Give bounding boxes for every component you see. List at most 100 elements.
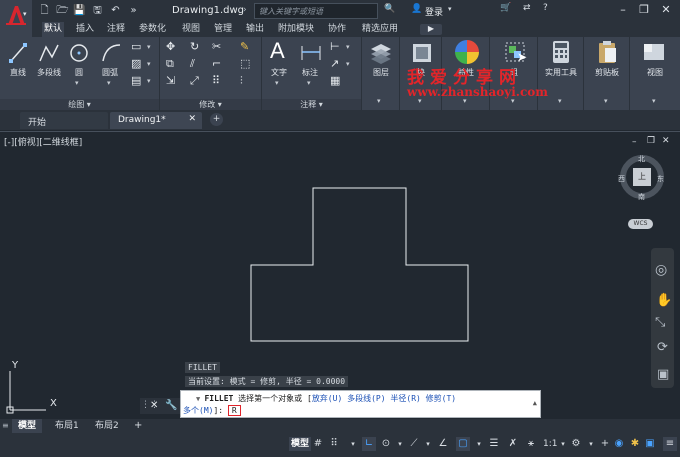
chevron-down-icon[interactable]: ▾: [147, 43, 151, 51]
new-file-icon[interactable]: 🗋: [38, 4, 51, 17]
lineweight-icon[interactable]: ☰: [487, 437, 501, 451]
search-input[interactable]: 键入关键字或短语: [254, 3, 378, 19]
annotation-scale-icon[interactable]: ✗: [506, 437, 520, 451]
chevron-down-icon[interactable]: ▾: [346, 437, 360, 451]
leader-icon[interactable]: ↗: [330, 57, 339, 70]
chevron-down-icon[interactable]: ▾: [107, 79, 111, 87]
cart-icon[interactable]: 🛒: [500, 3, 511, 13]
zoom-extents-icon[interactable]: ⤡: [655, 315, 665, 330]
polyline-button-label[interactable]: 多段线: [32, 67, 66, 78]
command-history-arrow-icon[interactable]: ▲: [533, 399, 537, 407]
chevron-down-icon[interactable]: ▾: [75, 79, 79, 87]
layers-panel[interactable]: 图层 ▾: [362, 37, 400, 110]
line-icon[interactable]: [8, 41, 28, 65]
viewcube-south[interactable]: 南: [638, 192, 645, 202]
viewcube-east[interactable]: 东: [657, 174, 664, 184]
application-menu-button[interactable]: ▾: [0, 0, 32, 38]
tab-collaborate[interactable]: 协作: [326, 22, 348, 37]
array-icon[interactable]: ⠿: [212, 74, 220, 87]
video-icon[interactable]: ▶: [420, 24, 442, 35]
command-line-input[interactable]: ▼ FILLET 选择第一个对象或 [放弃(U) 多段线(P) 半径(R) 修剪…: [180, 390, 541, 418]
chevron-down-icon[interactable]: ▾: [346, 60, 350, 68]
clipboard-panel[interactable]: 剪贴板 ▾: [584, 37, 630, 110]
minimize-button[interactable]: –: [616, 3, 630, 17]
chevron-down-icon[interactable]: ▾: [346, 43, 350, 51]
file-tab-drawing1[interactable]: Drawing1* ✕: [110, 112, 202, 129]
stretch-icon[interactable]: ⇲: [166, 74, 175, 87]
erase-icon[interactable]: ✎: [240, 40, 249, 53]
draw-panel-label[interactable]: 绘图 ▾: [0, 99, 159, 110]
circle-icon[interactable]: [68, 41, 90, 65]
tab-model[interactable]: 模型: [12, 419, 43, 433]
option-polyline[interactable]: 多段线(P): [347, 394, 385, 403]
polyline-icon[interactable]: [38, 41, 60, 65]
copy-icon[interactable]: ⧉: [166, 57, 174, 71]
clean-screen-icon[interactable]: ▣: [643, 437, 657, 451]
file-tab-start[interactable]: 开始: [20, 112, 108, 129]
tab-manage[interactable]: 管理: [212, 22, 234, 37]
save-icon[interactable]: 💾: [73, 4, 86, 17]
tab-default[interactable]: 默认: [42, 22, 65, 37]
modify-panel-label[interactable]: 修改 ▾: [160, 99, 261, 110]
move-icon[interactable]: ✥: [166, 40, 175, 53]
arc-icon[interactable]: [100, 41, 122, 65]
customize-wrench-icon[interactable]: 🔧: [165, 400, 177, 411]
ortho-icon[interactable]: ∟: [362, 437, 376, 451]
steering-wheel-icon[interactable]: ◎: [655, 262, 667, 278]
command-input-value[interactable]: R: [227, 405, 241, 416]
user-icon[interactable]: 👤: [411, 4, 422, 14]
arc-button-label[interactable]: 圆弧: [98, 67, 122, 78]
grid-icon[interactable]: #: [311, 437, 325, 451]
option-undo[interactable]: 放弃(U): [312, 394, 342, 403]
rotate-icon[interactable]: ↻: [190, 40, 199, 53]
isodraft-icon[interactable]: ⟋: [407, 437, 421, 451]
text-button-label[interactable]: 文字: [268, 67, 290, 78]
new-tab-button[interactable]: +: [210, 113, 223, 126]
chevron-down-icon[interactable]: ▾: [147, 77, 151, 85]
customization-icon[interactable]: ≡: [663, 437, 677, 451]
table-icon[interactable]: ▦: [330, 74, 340, 87]
view-panel[interactable]: 视图 ▾: [630, 37, 680, 110]
chevron-down-icon[interactable]: ▾: [472, 437, 486, 451]
object-snap-tracking-icon[interactable]: ∠: [436, 437, 450, 451]
login-button[interactable]: 登录: [425, 5, 443, 18]
undo-icon[interactable]: ↶: [109, 4, 122, 17]
close-icon[interactable]: ✕: [150, 400, 158, 411]
chevron-down-icon[interactable]: ▾: [147, 60, 151, 68]
linear-dimension-icon[interactable]: ⊢: [330, 40, 340, 53]
tab-view[interactable]: 视图: [180, 22, 202, 37]
tab-parametric[interactable]: 参数化: [137, 22, 168, 37]
polar-icon[interactable]: ⊙: [379, 437, 393, 451]
pan-icon[interactable]: ✋: [656, 293, 672, 308]
option-radius[interactable]: 半径(R): [390, 394, 420, 403]
option-trim[interactable]: 修剪(T): [426, 394, 456, 403]
line-button-label[interactable]: 直线: [6, 67, 30, 78]
annotation-visibility-icon[interactable]: ⚹: [524, 437, 538, 451]
isolate-objects-icon[interactable]: ◉: [612, 437, 626, 451]
mirror-icon[interactable]: ⫽: [190, 57, 195, 71]
circle-button-label[interactable]: 圆: [68, 67, 90, 78]
binoculars-icon[interactable]: 🔍: [384, 4, 395, 14]
rectangle-icon[interactable]: ▭: [131, 40, 141, 53]
viewcube-north[interactable]: 北: [638, 154, 645, 164]
lightbulb-icon[interactable]: ✱: [628, 437, 642, 451]
restore-button[interactable]: ❐: [637, 3, 651, 17]
chevron-down-icon[interactable]: ▾: [421, 437, 435, 451]
wcs-menu[interactable]: WCS: [628, 219, 653, 229]
viewcube-west[interactable]: 西: [618, 174, 625, 184]
tab-scroll-icon[interactable]: ≡: [2, 421, 9, 430]
close-icon[interactable]: ✕: [188, 114, 196, 124]
hatch-icon[interactable]: ▨: [131, 57, 141, 70]
trim-icon[interactable]: ✂: [212, 40, 221, 53]
chevron-down-icon[interactable]: ▾: [307, 79, 311, 87]
workspace-gear-icon[interactable]: ⚙: [569, 437, 583, 451]
chevron-down-icon[interactable]: ▾: [448, 5, 452, 13]
chevron-down-icon[interactable]: ▾: [556, 437, 570, 451]
model-space-button[interactable]: 模型: [289, 437, 312, 451]
offset-icon[interactable]: ⫶: [240, 74, 243, 88]
explode-icon[interactable]: ⬚: [240, 57, 250, 70]
annotation-panel-label[interactable]: 注释 ▾: [262, 99, 361, 110]
object-snap-icon[interactable]: ▢: [456, 437, 470, 451]
scale-icon[interactable]: ⤢: [190, 74, 199, 88]
open-folder-icon[interactable]: 🗁: [56, 4, 69, 17]
